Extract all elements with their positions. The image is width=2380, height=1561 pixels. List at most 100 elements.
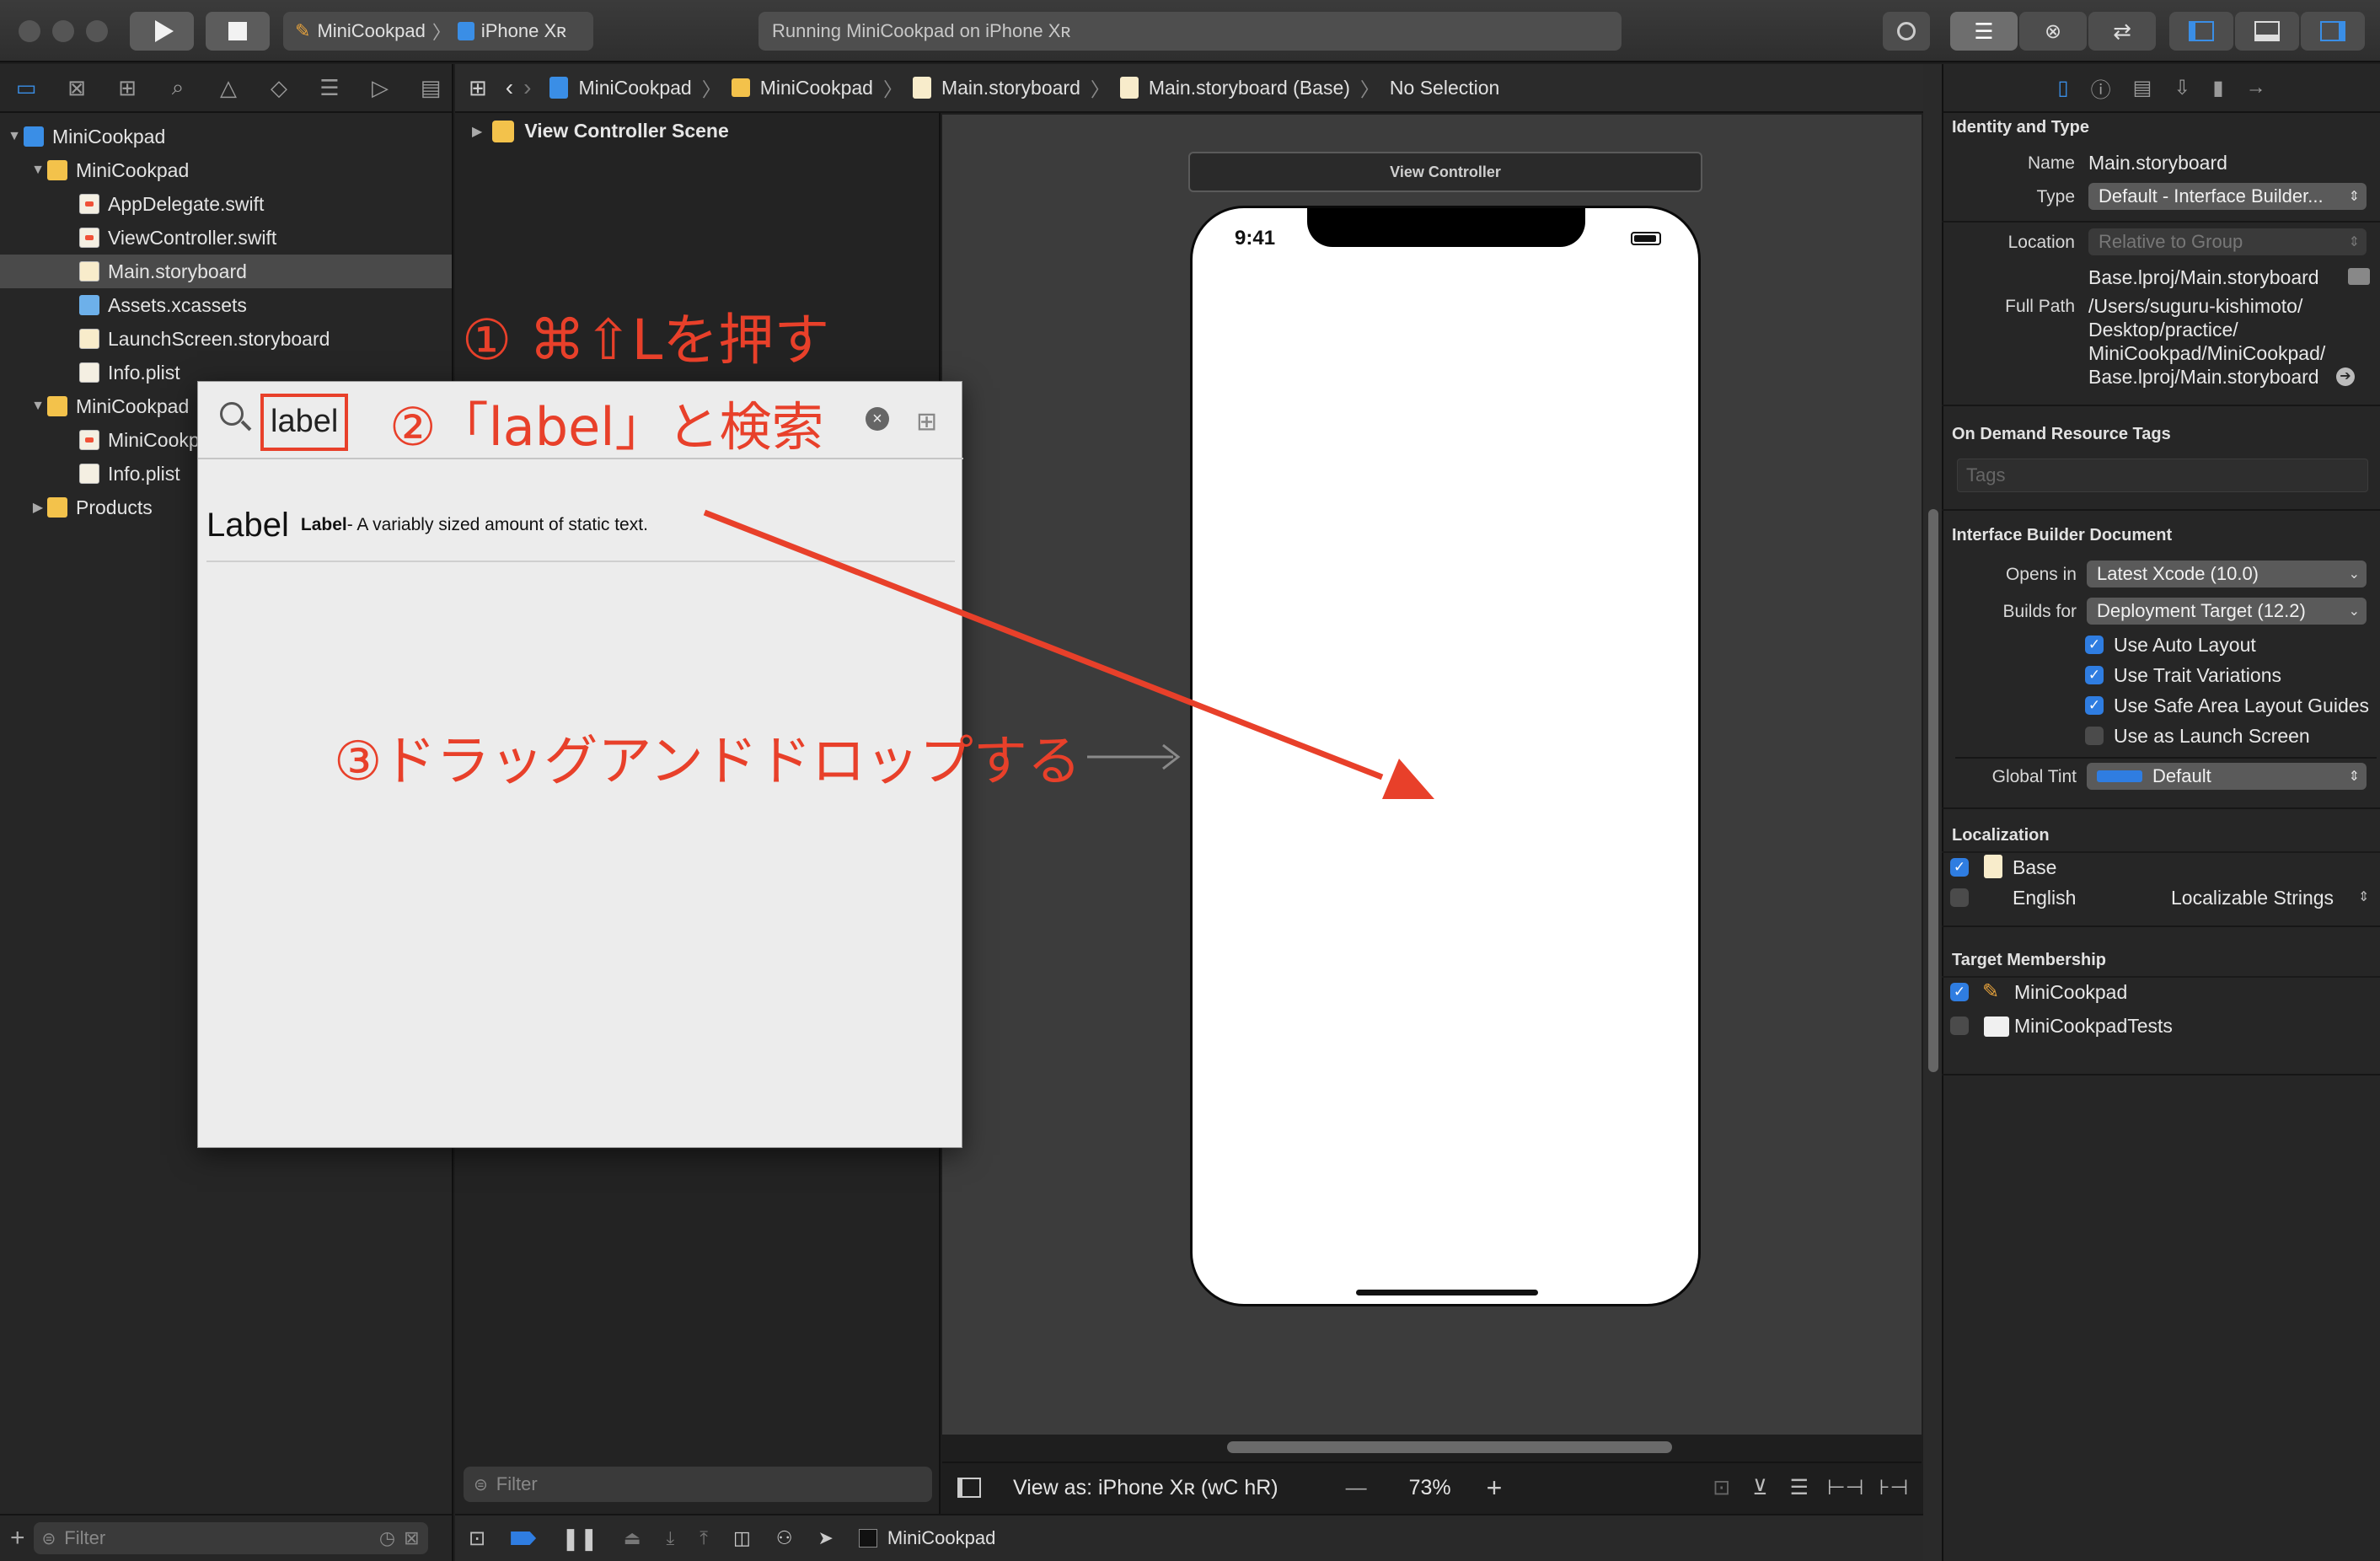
outline-scene-row[interactable]: ▶ View Controller Scene (472, 120, 729, 142)
list-item[interactable]: LaunchScreen.storyboard (0, 322, 452, 356)
forward-arrow-icon[interactable]: › (523, 74, 531, 101)
breadcrumb[interactable]: No Selection (1390, 77, 1499, 99)
reveal-arrow-icon[interactable]: ➔ (2336, 367, 2355, 386)
toggle-inspector-button[interactable] (2301, 12, 2365, 51)
folder-icon[interactable] (2348, 268, 2370, 285)
toggle-debug-area-button[interactable] (2235, 12, 2299, 51)
list-item[interactable]: ▼ MiniCookpad (0, 120, 452, 153)
view-debugger-icon[interactable]: ◫ (733, 1527, 751, 1549)
source-control-icon[interactable]: ⊠ (61, 73, 93, 102)
zoom-out-button[interactable]: — (1346, 1476, 1367, 1500)
breakpoint-icon[interactable]: ▷ (364, 73, 396, 102)
clear-search-icon[interactable]: × (866, 407, 889, 431)
hierarchy-icon[interactable]: ⊞ (111, 73, 143, 102)
connections-inspector-icon[interactable]: → (2246, 76, 2266, 99)
outline-toggle-icon[interactable] (957, 1478, 981, 1498)
resolve-issues-icon[interactable]: ⊦⊣ (1879, 1475, 1909, 1500)
breakpoints-toggle-icon[interactable] (511, 1531, 537, 1545)
hide-debug-icon[interactable]: ⊡ (469, 1526, 485, 1551)
safe-area-checkbox[interactable]: ✓ (2085, 696, 2104, 715)
run-button[interactable] (130, 12, 194, 51)
library-button[interactable] (1883, 12, 1930, 51)
disclosure-down-icon[interactable]: ▼ (29, 399, 47, 414)
folder-icon[interactable]: ▭ (10, 73, 42, 102)
attributes-inspector-icon[interactable]: ⇩ (2174, 76, 2190, 100)
step-out-icon[interactable]: ⤒ (700, 1527, 708, 1549)
breadcrumb[interactable]: Main.storyboard (Base) (1149, 77, 1350, 99)
disclosure-right-icon[interactable]: ▶ (472, 123, 482, 140)
debug-icon[interactable]: ☰ (314, 73, 346, 102)
location-popup[interactable]: Relative to Group ⇕ (2088, 228, 2367, 255)
step-over-icon[interactable]: ⏏ (624, 1527, 641, 1549)
base-localization-checkbox[interactable]: ✓ (1950, 858, 1969, 877)
scheme-selector[interactable]: ✎ MiniCookpad 〉 iPhone Xʀ (283, 12, 593, 51)
global-tint-popup[interactable]: Default ⇕ (2087, 763, 2367, 790)
auto-layout-checkbox[interactable]: ✓ (2085, 636, 2104, 654)
name-value[interactable]: Main.storyboard (2088, 152, 2227, 174)
builds-for-popup[interactable]: Deployment Target (12.2) ⌄ (2087, 598, 2367, 625)
view-as-label[interactable]: View as: iPhone Xʀ (wC hR) (1013, 1476, 1278, 1500)
minimize-window-button[interactable] (52, 20, 74, 42)
test-diamond-icon[interactable]: ◇ (263, 73, 295, 102)
disclosure-right-icon[interactable]: ▶ (29, 499, 47, 516)
align-icon[interactable]: ☰ (1790, 1475, 1809, 1500)
disclosure-down-icon[interactable]: ▼ (5, 129, 24, 144)
inspector-scrollbar[interactable] (1928, 509, 1938, 1072)
debug-target-label[interactable]: MiniCookpad (887, 1527, 995, 1549)
back-arrow-icon[interactable]: ‹ (506, 74, 513, 101)
add-icon[interactable]: + (10, 1524, 25, 1553)
opens-in-popup[interactable]: Latest Xcode (10.0) ⌄ (2087, 561, 2367, 587)
version-editor-button[interactable]: ⇄ (2088, 12, 2156, 51)
type-popup[interactable]: Default - Interface Builder... ⇕ (2088, 183, 2367, 210)
updown-icon[interactable]: ⇕ (2358, 888, 2369, 905)
outline-filter-input[interactable]: ⊜ Filter (464, 1467, 932, 1502)
standard-editor-button[interactable]: ☰ (1950, 12, 2018, 51)
recent-files-icon[interactable]: ◷ (379, 1527, 395, 1549)
list-item-selected[interactable]: Main.storyboard (0, 255, 452, 288)
warning-icon[interactable]: △ (212, 73, 244, 102)
memory-graph-icon[interactable]: ⚇ (776, 1527, 793, 1549)
library-search-input[interactable]: label (260, 394, 348, 451)
launch-screen-checkbox[interactable] (2085, 727, 2104, 745)
breadcrumb[interactable]: Main.storyboard (941, 77, 1080, 99)
navigator-filter-input[interactable]: ⊜ Filter ◷ ⊠ (33, 1522, 428, 1554)
target-tests-checkbox[interactable] (1950, 1017, 1969, 1035)
stop-button[interactable] (206, 12, 270, 51)
source-control-filter-icon[interactable]: ⊠ (404, 1527, 419, 1549)
pause-icon[interactable]: ❚❚ (561, 1526, 598, 1552)
breadcrumb[interactable]: MiniCookpad (578, 77, 691, 99)
quick-help-icon[interactable]: ⓘ (2091, 73, 2111, 103)
list-item[interactable]: Assets.xcassets (0, 288, 452, 322)
english-localization-checkbox[interactable] (1950, 888, 1969, 907)
embed-in-icon[interactable]: ⊻ (1752, 1475, 1767, 1500)
zoom-window-button[interactable] (86, 20, 108, 42)
report-icon[interactable]: ▤ (415, 73, 447, 102)
size-inspector-icon[interactable]: ▮ (2212, 76, 2223, 100)
english-localization-type[interactable]: Localizable Strings (2171, 887, 2334, 909)
tags-input[interactable]: Tags (1957, 459, 2368, 492)
list-item[interactable]: ViewController.swift (0, 221, 452, 255)
list-item[interactable]: AppDelegate.swift (0, 187, 452, 221)
related-items-icon[interactable]: ⊞ (469, 75, 487, 101)
library-result-row[interactable]: Label Label - A variably sized amount of… (206, 490, 955, 562)
toggle-navigator-button[interactable] (2169, 12, 2233, 51)
update-frames-icon[interactable]: ⊡ (1713, 1475, 1730, 1500)
horizontal-scrollbar[interactable] (1227, 1441, 1672, 1453)
search-icon[interactable]: ⌕ (162, 73, 194, 102)
iphone-frame[interactable]: 9:41 (1190, 206, 1701, 1306)
scene-title-bar[interactable]: View Controller (1188, 152, 1702, 192)
identity-inspector-icon[interactable]: ▤ (2133, 76, 2152, 100)
list-item[interactable]: ▼ MiniCookpad (0, 153, 452, 187)
disclosure-down-icon[interactable]: ▼ (29, 163, 47, 178)
grid-view-icon[interactable]: ⊞ (916, 407, 937, 437)
target-minicookpad-checkbox[interactable]: ✓ (1950, 983, 1969, 1001)
breadcrumb[interactable]: MiniCookpad (760, 77, 873, 99)
zoom-in-button[interactable]: + (1487, 1472, 1503, 1504)
file-inspector-icon[interactable]: ▯ (2057, 76, 2068, 100)
assistant-editor-button[interactable]: ⊗ (2019, 12, 2087, 51)
add-constraints-icon[interactable]: ⊢⊣ (1827, 1475, 1864, 1500)
step-into-icon[interactable]: ⤓ (666, 1527, 674, 1549)
location-icon[interactable]: ➤ (817, 1527, 833, 1549)
trait-variations-checkbox[interactable]: ✓ (2085, 666, 2104, 684)
close-window-button[interactable] (19, 20, 40, 42)
